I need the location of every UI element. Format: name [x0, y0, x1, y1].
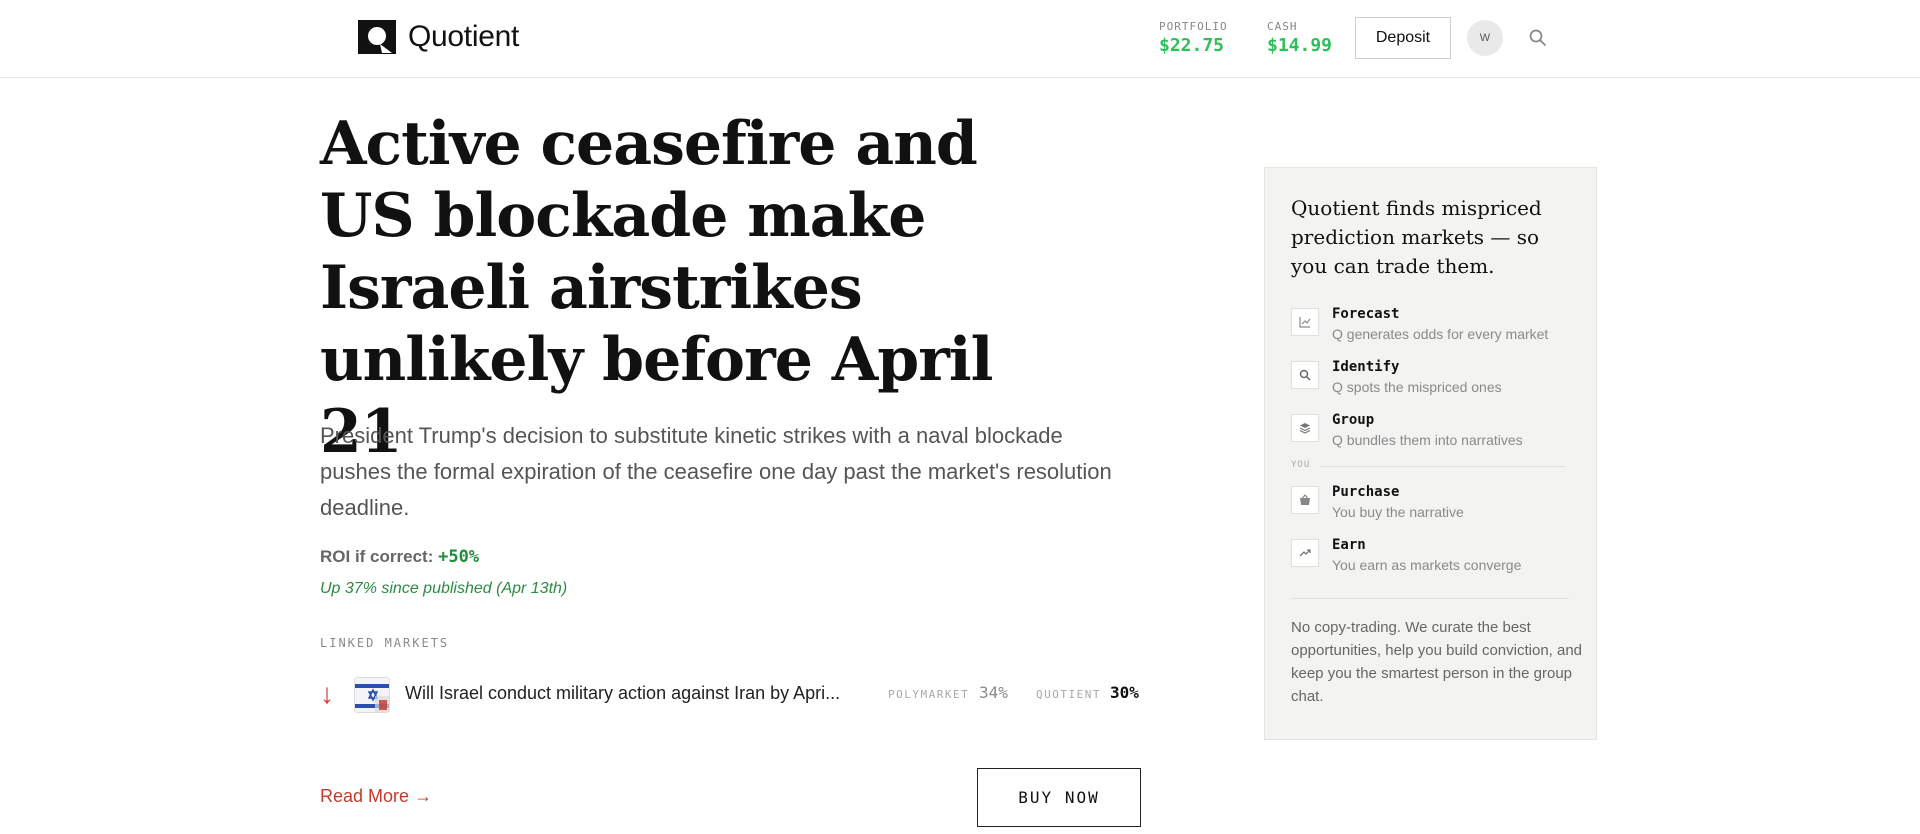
step-name: Purchase [1332, 484, 1400, 500]
article-lede: President Trump's decision to substitute… [320, 423, 1112, 520]
step-earn: Earn You earn as markets converge [1291, 537, 1581, 581]
chart-icon [1291, 308, 1319, 336]
cash-value: $14.99 [1267, 35, 1333, 56]
article-title: Active ceasefire and US blockade make Is… [320, 109, 993, 467]
since-published: Up 37% since published (Apr 13th) [320, 580, 568, 597]
buy-now-button[interactable]: BUY NOW [977, 768, 1141, 827]
portfolio-label: PORTFOLIO [1159, 20, 1228, 33]
linked-markets-label: LINKED MARKETS [320, 636, 450, 650]
step-desc: Q generates odds for every market [1332, 326, 1549, 342]
market-title[interactable]: Will Israel conduct military action agai… [405, 683, 880, 704]
avatar[interactable]: W [1467, 20, 1503, 56]
cash-label: CASH [1267, 20, 1298, 33]
deposit-button[interactable]: Deposit [1355, 17, 1451, 59]
top-bar: Quotient PORTFOLIO $22.75 CASH $14.99 De… [0, 0, 1920, 78]
quotient-label: QUOTIENT [1036, 688, 1101, 701]
step-name: Group [1332, 412, 1375, 428]
step-name: Forecast [1332, 306, 1400, 322]
roi-label: ROI if correct: [320, 547, 434, 566]
quotient-value: 30% [1110, 683, 1139, 702]
app-name: Quotient [408, 20, 520, 53]
layers-icon [1291, 414, 1319, 442]
step-forecast: Forecast Q generates odds for every mark… [1291, 306, 1581, 350]
brand-logo[interactable]: Quotient [358, 20, 519, 54]
linked-market-row[interactable]: ↓ Will Israel conduct military action ag… [320, 674, 1140, 714]
cash-stat: CASH $14.99 [1267, 20, 1332, 56]
divider [1320, 466, 1566, 467]
read-more-link[interactable]: Read More → [320, 786, 432, 807]
step-group: Group Q bundles them into narratives [1291, 412, 1581, 456]
polymarket-value: 34% [979, 683, 1008, 702]
portfolio-stat: PORTFOLIO $22.75 [1159, 20, 1228, 56]
step-desc: You earn as markets converge [1332, 557, 1522, 573]
down-arrow-icon: ↓ [320, 678, 334, 709]
step-desc: Q bundles them into narratives [1332, 432, 1523, 448]
magnifier-icon [1291, 361, 1319, 389]
step-desc: You buy the narrative [1332, 504, 1464, 520]
step-identify: Identify Q spots the mispriced ones [1291, 359, 1581, 403]
trend-up-icon [1291, 539, 1319, 567]
step-desc: Q spots the mispriced ones [1332, 379, 1502, 395]
roi-line: ROI if correct: +50% [320, 547, 479, 567]
you-label: YOU [1291, 460, 1311, 470]
how-it-works-card: Quotient finds mispriced prediction mark… [1264, 167, 1597, 740]
quotient-logo-icon [358, 20, 396, 54]
basket-icon [1291, 486, 1319, 514]
divider [1291, 598, 1569, 599]
step-name: Identify [1332, 359, 1400, 375]
card-title: Quotient finds mispriced prediction mark… [1291, 196, 1542, 278]
search-icon[interactable] [1528, 28, 1548, 48]
roi-value: +50% [438, 547, 480, 567]
polymarket-label: POLYMARKET [888, 688, 970, 701]
israel-flag-icon [354, 677, 390, 713]
card-footer-text: No copy-trading. We curate the best oppo… [1291, 619, 1583, 705]
step-purchase: Purchase You buy the narrative [1291, 484, 1581, 528]
step-name: Earn [1332, 537, 1366, 553]
portfolio-value: $22.75 [1159, 35, 1225, 56]
